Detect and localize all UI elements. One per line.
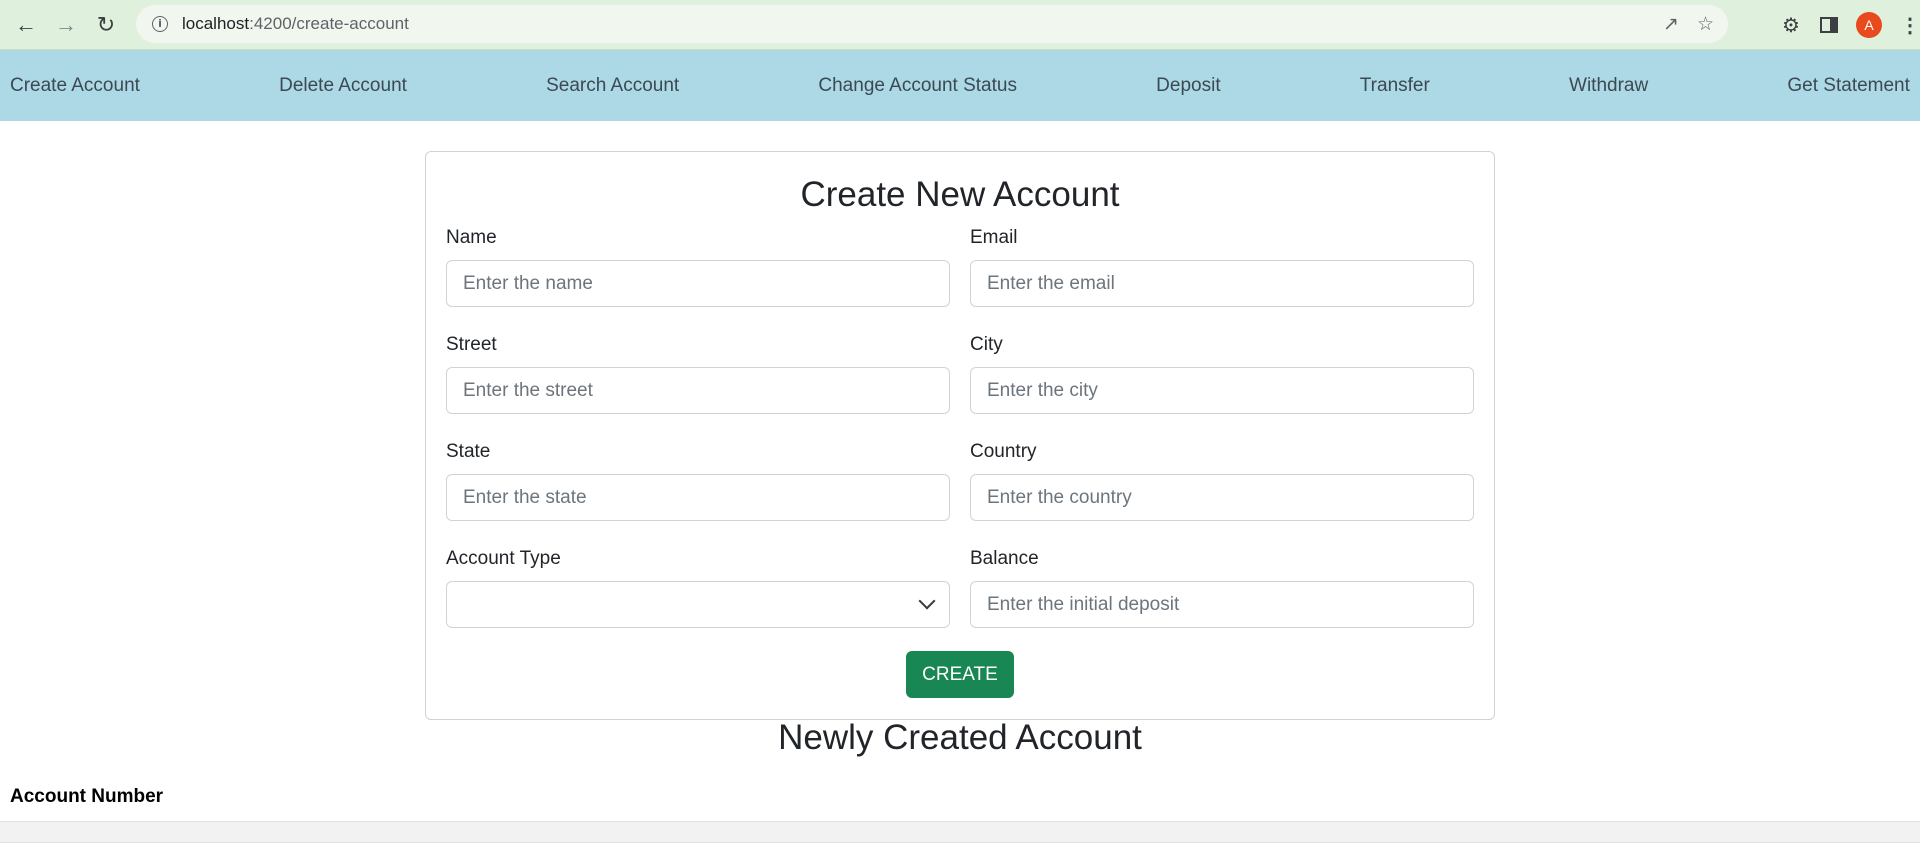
account-type-label: Account Type [446, 548, 561, 569]
street-label: Street [446, 334, 497, 355]
side-panel-icon[interactable] [1820, 17, 1838, 33]
city-input[interactable] [970, 367, 1474, 414]
address-bar[interactable]: i localhost:4200/create-account ↗ ☆ [136, 5, 1728, 43]
form-grid: Name Email Street City State Country Acc… [446, 225, 1474, 653]
name-field-group: Name [446, 225, 950, 332]
profile-avatar[interactable]: A [1856, 12, 1882, 38]
chevron-down-icon [918, 592, 936, 610]
city-field-group: City [970, 332, 1474, 439]
account-number-header: Account Number [10, 786, 164, 807]
account-type-field-group: Account Type [446, 546, 950, 653]
forward-arrow-icon[interactable]: → [46, 5, 86, 45]
state-field-group: State [446, 439, 950, 546]
country-field-group: Country [970, 439, 1474, 546]
app-navbar: Create Account Delete Account Search Acc… [0, 50, 1920, 121]
balance-label: Balance [970, 548, 1039, 569]
name-input[interactable] [446, 260, 950, 307]
create-button[interactable]: CREATE [906, 651, 1014, 698]
browser-toolbar: ← → ↻ i localhost:4200/create-account ↗ … [0, 0, 1920, 50]
state-label: State [446, 441, 491, 462]
nav-withdraw[interactable]: Withdraw [1569, 75, 1648, 97]
email-field-group: Email [970, 225, 1474, 332]
nav-change-account-status[interactable]: Change Account Status [818, 75, 1017, 97]
reload-icon[interactable]: ↻ [86, 5, 126, 45]
site-info-icon[interactable]: i [152, 16, 168, 32]
create-account-card: Create New Account Name Email Street Cit… [425, 151, 1495, 720]
city-label: City [970, 334, 1003, 355]
account-type-select[interactable] [446, 581, 950, 628]
back-arrow-icon[interactable]: ← [6, 5, 46, 45]
browser-menu-icon[interactable]: ⋮ [1900, 13, 1920, 38]
bookmark-star-icon[interactable]: ☆ [1697, 13, 1714, 36]
url-host: localhost [182, 14, 250, 33]
submit-row: CREATE [446, 651, 1474, 698]
browser-nav-buttons: ← → ↻ [0, 5, 126, 45]
street-field-group: Street [446, 332, 950, 439]
address-bar-actions: ↗ ☆ [1663, 5, 1714, 43]
nav-delete-account[interactable]: Delete Account [279, 75, 407, 97]
form-title: Create New Account [800, 175, 1120, 214]
share-icon[interactable]: ↗ [1663, 13, 1679, 36]
street-input[interactable] [446, 367, 950, 414]
email-label: Email [970, 227, 1018, 248]
nav-create-account[interactable]: Create Account [10, 75, 140, 97]
nav-get-statement[interactable]: Get Statement [1787, 75, 1910, 97]
balance-field-group: Balance [970, 546, 1474, 653]
extensions-puzzle-icon[interactable]: ⚙ [1780, 13, 1802, 38]
browser-actions: ⚙ A ⋮ [1780, 0, 1920, 50]
account-table-row [0, 821, 1920, 843]
nav-transfer[interactable]: Transfer [1360, 75, 1430, 97]
name-label: Name [446, 227, 497, 248]
nav-deposit[interactable]: Deposit [1156, 75, 1220, 97]
email-input[interactable] [970, 260, 1474, 307]
nav-search-account[interactable]: Search Account [546, 75, 679, 97]
url-path: :4200/create-account [249, 14, 409, 33]
state-input[interactable] [446, 474, 950, 521]
country-input[interactable] [970, 474, 1474, 521]
newly-created-account-title: Newly Created Account [778, 718, 1142, 757]
balance-input[interactable] [970, 581, 1474, 628]
country-label: Country [970, 441, 1037, 462]
